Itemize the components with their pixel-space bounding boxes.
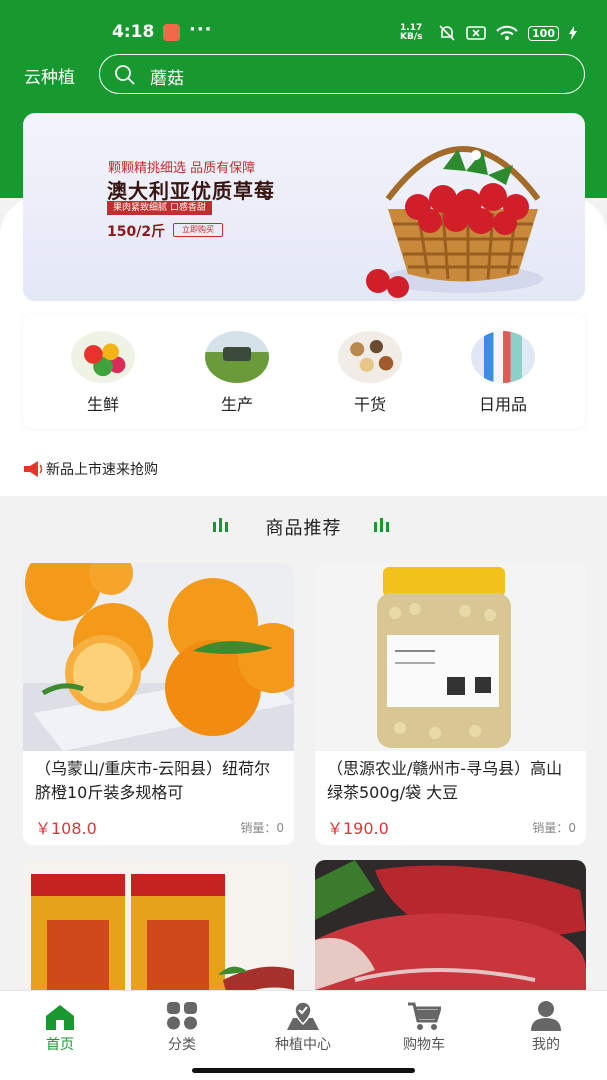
dried-goods-image — [338, 331, 402, 383]
notification-icon — [163, 24, 180, 41]
category-production[interactable]: 生产 — [192, 331, 282, 415]
banner-ribbon: 果肉紧致细腻 口感香甜 — [107, 201, 212, 215]
banner-price: 150/2斤 — [107, 224, 166, 240]
banner-tagline: 颗颗精挑细选 品质有保障 — [108, 161, 256, 176]
banner-buy-button[interactable]: 立即购买 — [173, 223, 223, 237]
grid-icon — [167, 1002, 197, 1030]
product-card[interactable]: （思源农业/赣州市-寻乌县）高山绿茶500g/袋 大豆 ￥190.0 销量：0 — [315, 563, 586, 845]
category-daily-goods[interactable]: 日用品 — [458, 331, 548, 415]
nav-label: 我的 — [532, 1037, 560, 1053]
wifi-icon — [496, 25, 518, 40]
category-panel: 生鲜 生产 干货 日用品 — [23, 313, 585, 429]
product-card[interactable]: （乌蒙山/重庆市-云阳县）纽荷尔脐橙10斤装多规格可 ￥108.0 销量：0 — [23, 563, 294, 845]
category-label: 日用品 — [478, 395, 527, 414]
product-sales: 销量：0 — [532, 821, 576, 835]
nav-planting-center[interactable]: 种植中心 — [253, 1001, 353, 1054]
section-right-bars-icon — [374, 518, 389, 532]
nav-label: 首页 — [46, 1037, 74, 1053]
charging-icon — [569, 26, 577, 40]
search-value: 蘑菇 — [150, 69, 184, 89]
category-label: 生产 — [220, 395, 253, 414]
notice-bar[interactable]: 新品上市速来抢购 — [0, 441, 607, 495]
tractor-image — [205, 331, 269, 383]
category-dried-goods[interactable]: 干货 — [325, 331, 415, 415]
nav-label: 分类 — [168, 1037, 196, 1053]
app-title: 云种植 — [24, 68, 75, 88]
category-fresh[interactable]: 生鲜 — [58, 331, 148, 415]
home-icon — [46, 1005, 74, 1030]
megaphone-icon — [24, 461, 43, 477]
status-bar: 4:18 ··· 1.17 KB/s 100 — [0, 0, 607, 48]
soybean-jar-illustration — [377, 567, 511, 748]
search-input[interactable]: 蘑菇 — [99, 54, 585, 94]
map-pin-icon — [287, 1001, 319, 1030]
network-speed: 1.17 KB/s — [400, 23, 423, 42]
daily-goods-image — [471, 331, 535, 383]
category-label: 生鲜 — [86, 395, 119, 414]
product-image-beef — [315, 860, 586, 1000]
nav-profile[interactable]: 我的 — [496, 1001, 596, 1054]
beef-illustration — [315, 860, 586, 1000]
battery-icon: 100 — [528, 25, 559, 41]
promo-banner[interactable]: 颗颗精挑细选 品质有保障 澳大利亚优质草莓 果肉紧致细腻 口感香甜 150/2斤… — [23, 113, 585, 301]
section-header: 商品推荐 — [0, 510, 607, 540]
search-icon — [115, 65, 135, 85]
section-title: 商品推荐 — [265, 518, 342, 539]
product-name: （乌蒙山/重庆市-云阳县）纽荷尔脐橙10斤装多规格可 — [35, 759, 271, 802]
nav-category[interactable]: 分类 — [132, 1001, 232, 1054]
status-icons: 1.17 KB/s 100 — [400, 24, 577, 42]
fresh-produce-image — [71, 331, 135, 383]
strawberry-basket-image — [366, 146, 543, 298]
product-card[interactable] — [23, 860, 294, 1000]
oranges-illustration — [23, 563, 294, 751]
product-image-sausages — [23, 860, 294, 1000]
user-icon — [531, 1001, 561, 1031]
nav-home[interactable]: 首页 — [10, 1001, 110, 1054]
more-notifications-icon: ··· — [189, 19, 213, 40]
banner-headline: 澳大利亚优质草莓 — [107, 179, 275, 203]
notice-text: 新品上市速来抢购 — [46, 462, 158, 478]
product-price: ￥190.0 — [327, 819, 389, 838]
product-image-oranges — [23, 563, 294, 751]
nav-label: 种植中心 — [275, 1037, 331, 1053]
product-price: ￥108.0 — [35, 819, 97, 838]
status-time: 4:18 — [112, 22, 155, 42]
bottom-navigation: 首页 分类 种植中心 购物车 我的 — [0, 990, 607, 1080]
sim-icon — [466, 26, 486, 40]
product-name: （思源农业/赣州市-寻乌县）高山绿茶500g/袋 大豆 — [327, 759, 563, 802]
bell-off-icon — [439, 25, 455, 41]
nav-cart[interactable]: 购物车 — [374, 1001, 474, 1054]
product-card[interactable] — [315, 860, 586, 1000]
product-image-soybeans — [315, 563, 586, 751]
nav-label: 购物车 — [403, 1037, 445, 1053]
category-label: 干货 — [353, 395, 386, 414]
cart-icon — [408, 1002, 441, 1030]
home-indicator[interactable] — [192, 1068, 415, 1073]
sausage-pack-illustration — [31, 874, 294, 1000]
product-sales: 销量：0 — [240, 821, 284, 835]
